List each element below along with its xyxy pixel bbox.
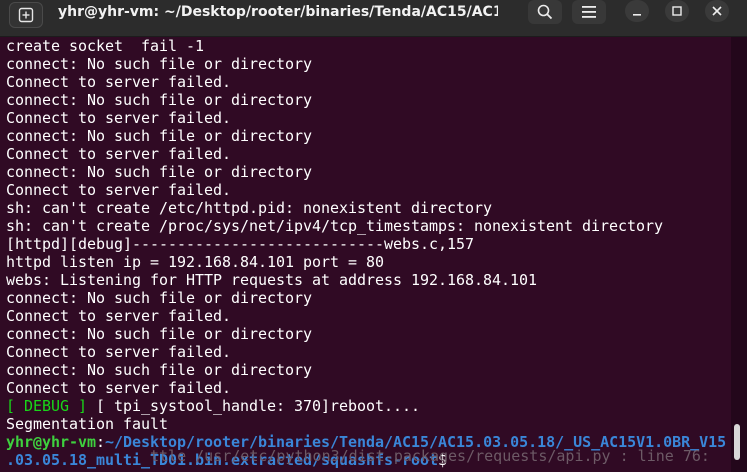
debug-line: [ DEBUG ] [ tpi_systool_handle: 370]rebo… xyxy=(6,397,726,415)
terminal-line: sh: can't create /proc/sys/net/ipv4/tcp_… xyxy=(6,217,664,235)
terminal-line: sh: can't create /etc/httpd.pid: nonexis… xyxy=(6,199,493,217)
terminal-line: connect: No such file or directory xyxy=(6,289,313,307)
menu-icon xyxy=(582,6,596,18)
title-bar: yhr@yhr-vm: ~/Desktop/rooter/binaries/Te… xyxy=(0,0,747,37)
search-button[interactable] xyxy=(528,0,562,24)
terminal-line: Connect to server failed. xyxy=(6,343,232,361)
prompt-user: yhr@yhr-vm xyxy=(6,433,97,451)
terminal-line: webs: Listening for HTTP requests at add… xyxy=(6,271,538,289)
terminal-line: Connect to server failed. xyxy=(6,307,232,325)
segfault-line: Segmentation fault xyxy=(6,415,169,433)
window-title: yhr@yhr-vm: ~/Desktop/rooter/binaries/Te… xyxy=(58,4,498,20)
scrollbar[interactable] xyxy=(731,37,747,472)
terminal-line: [httpd][debug]--------------------------… xyxy=(6,235,475,253)
terminal-line: Connect to server failed. xyxy=(6,181,232,199)
minimize-button[interactable] xyxy=(625,0,649,22)
debug-message: [ tpi_systool_handle: 370]reboot.... xyxy=(87,397,421,415)
maximize-icon xyxy=(672,6,682,16)
minimize-icon xyxy=(633,14,641,16)
prompt-colon: : xyxy=(96,433,106,451)
terminal-line: Connect to server failed. xyxy=(6,145,232,163)
terminal-lines: create socket fail -1 connect: No such f… xyxy=(6,37,726,469)
terminal-line: connect: No such file or directory xyxy=(6,127,313,145)
new-tab-button[interactable] xyxy=(9,2,43,28)
close-button[interactable] xyxy=(705,0,729,22)
terminal-line: connect: No such file or directory xyxy=(6,361,313,379)
new-tab-icon xyxy=(18,7,34,23)
terminal-line: create socket fail -1 xyxy=(6,37,205,55)
terminal-line: Connect to server failed. xyxy=(6,109,232,127)
terminal-output[interactable]: create socket fail -1 connect: No such f… xyxy=(0,37,731,472)
debug-tag: [ DEBUG ] xyxy=(6,397,88,415)
terminal-line: Connect to server failed. xyxy=(6,73,232,91)
scrollbar-thumb[interactable] xyxy=(734,424,740,460)
terminal-line: connect: No such file or directory xyxy=(6,91,313,109)
terminal-line: httpd listen ip = 192.168.84.101 port = … xyxy=(6,253,385,271)
terminal-line: connect: No such file or directory xyxy=(6,55,313,73)
menu-button[interactable] xyxy=(572,0,606,24)
overlapping-window-text: ttle /usr/etc/python3/dist-packages/requ… xyxy=(150,447,710,465)
maximize-button[interactable] xyxy=(665,0,689,22)
terminal-line: connect: No such file or directory xyxy=(6,325,313,343)
search-icon xyxy=(537,4,553,20)
close-icon xyxy=(712,6,722,16)
terminal-line: connect: No such file or directory xyxy=(6,163,313,181)
terminal-line: Connect to server failed. xyxy=(6,379,232,397)
